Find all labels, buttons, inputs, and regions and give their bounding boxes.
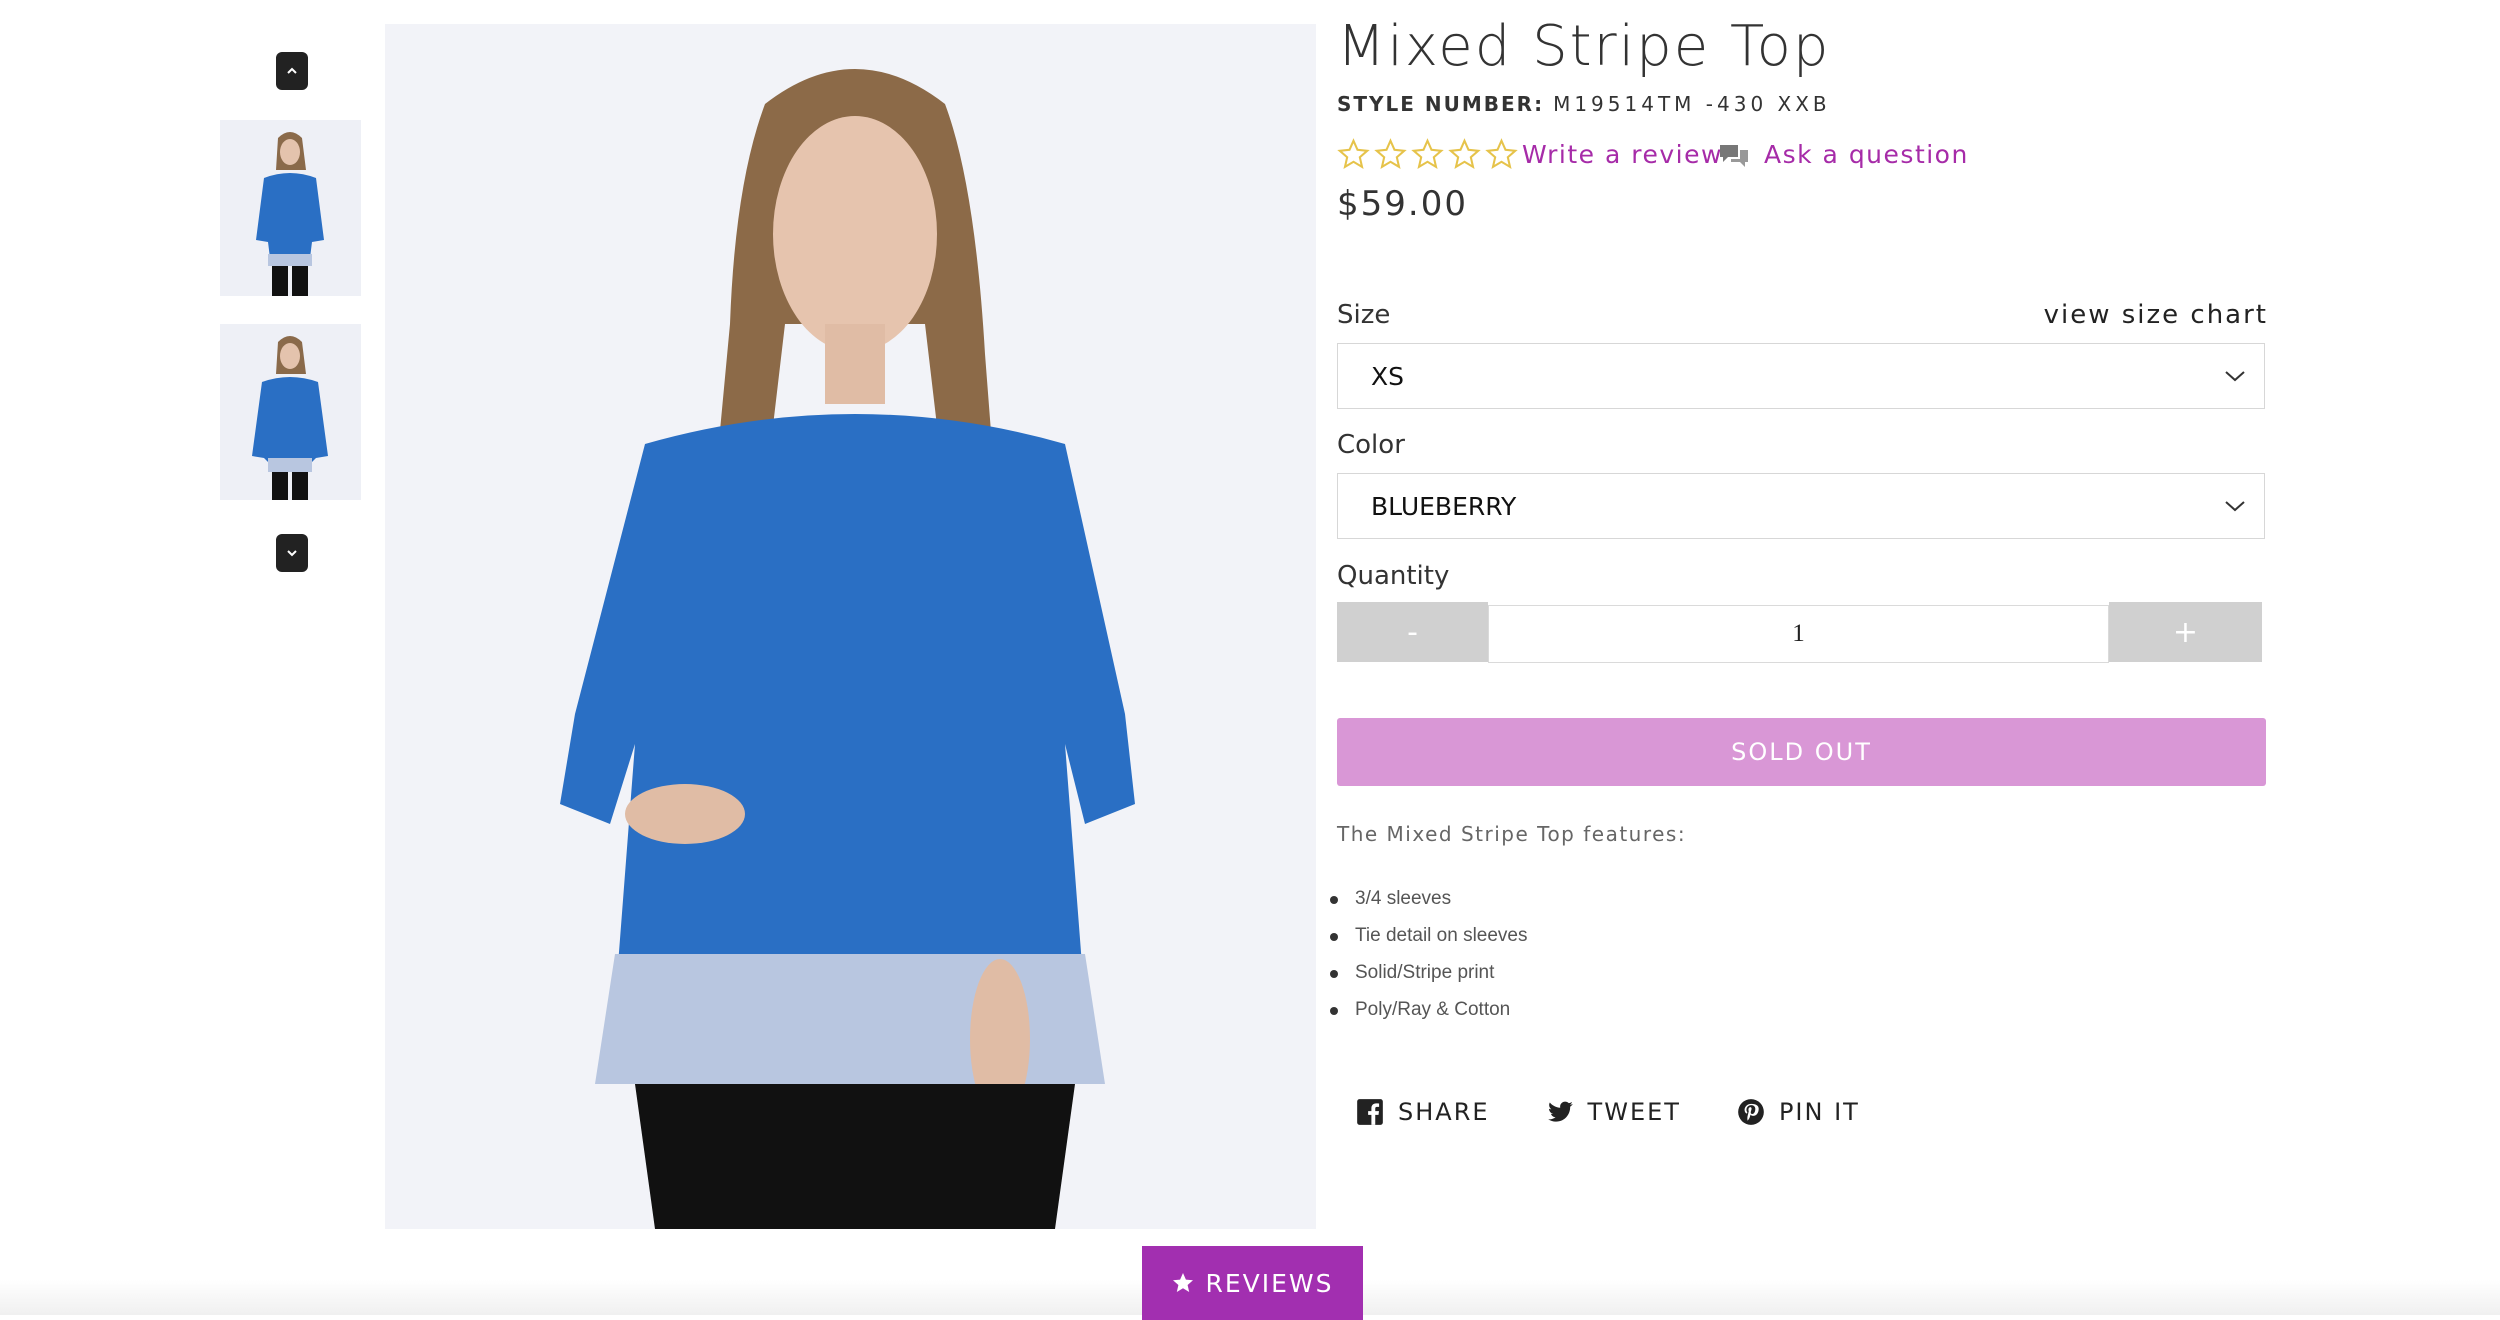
thumbnail-1[interactable]: [220, 120, 361, 296]
model-photo: [385, 24, 1316, 1229]
share-facebook-button[interactable]: SHARE: [1356, 1098, 1490, 1126]
share-facebook-label: SHARE: [1398, 1098, 1490, 1126]
reviews-tab-button[interactable]: REVIEWS: [1142, 1246, 1363, 1320]
share-pinterest-button[interactable]: PIN IT: [1737, 1098, 1860, 1126]
style-number-value: M19514TM -430 XXB: [1553, 92, 1831, 116]
style-number-label: STYLE NUMBER:: [1337, 92, 1545, 116]
star-filled-icon: [1173, 1273, 1194, 1292]
star-empty-icon: [1448, 138, 1481, 169]
product-title: Mixed Stripe Top: [1337, 14, 1831, 79]
star-empty-icon: [1485, 138, 1518, 169]
social-share-row: SHARE TWEET PIN IT: [1356, 1098, 1860, 1126]
quantity-input[interactable]: 1: [1488, 605, 2109, 663]
quantity-decrease-button[interactable]: -: [1337, 602, 1488, 662]
thumbnail-scroll-up-button[interactable]: [276, 52, 308, 90]
thumbnail-2[interactable]: [220, 324, 361, 500]
size-select[interactable]: XS: [1337, 343, 2265, 409]
color-selected-value: BLUEBERRY: [1371, 492, 1517, 521]
star-empty-icon: [1411, 138, 1444, 169]
style-number: STYLE NUMBER: M19514TM -430 XXB: [1337, 92, 1831, 116]
bullet-icon: [1330, 1007, 1338, 1015]
color-select[interactable]: BLUEBERRY: [1337, 473, 2265, 539]
star-empty-icon: [1337, 138, 1370, 169]
main-product-image[interactable]: [385, 24, 1316, 1229]
chevron-down-icon: [2225, 501, 2245, 512]
feature-text: Solid/Stripe print: [1355, 962, 1495, 983]
chevron-down-icon: [287, 550, 297, 557]
list-item: Tie detail on sleeves: [1330, 925, 1528, 962]
sold-out-button[interactable]: SOLD OUT: [1337, 718, 2266, 786]
list-item: Poly/Ray & Cotton: [1330, 999, 1528, 1036]
feature-text: Poly/Ray & Cotton: [1355, 999, 1511, 1020]
twitter-icon: [1547, 1101, 1573, 1122]
chevron-up-icon: [287, 67, 297, 74]
share-twitter-button[interactable]: TWEET: [1546, 1098, 1681, 1126]
color-label: Color: [1337, 430, 1405, 460]
bullet-icon: [1330, 970, 1338, 978]
list-item: Solid/Stripe print: [1330, 962, 1528, 999]
description-intro: The Mixed Stripe Top features:: [1337, 822, 1687, 846]
quantity-increase-button[interactable]: +: [2109, 602, 2262, 662]
product-price: $59.00: [1337, 184, 1468, 224]
list-item: 3/4 sleeves: [1330, 888, 1528, 925]
feature-text: 3/4 sleeves: [1355, 888, 1452, 909]
quantity-label: Quantity: [1337, 561, 1450, 591]
rating-stars[interactable]: [1337, 138, 1518, 171]
feature-text: Tie detail on sleeves: [1355, 925, 1528, 946]
product-thumbnail-image: [220, 324, 361, 500]
chevron-down-icon: [2225, 371, 2245, 382]
size-selected-value: XS: [1371, 362, 1404, 391]
share-twitter-label: TWEET: [1587, 1098, 1681, 1126]
size-label: Size: [1337, 300, 1391, 330]
ask-question-link[interactable]: Ask a question: [1718, 140, 1969, 169]
product-thumbnail-image: [220, 120, 361, 296]
features-list: 3/4 sleeves Tie detail on sleeves Solid/…: [1330, 888, 1528, 1036]
bullet-icon: [1330, 933, 1338, 941]
reviews-tab-label: REVIEWS: [1205, 1268, 1334, 1298]
chat-bubbles-icon: [1720, 144, 1748, 167]
thumbnail-scroll-down-button[interactable]: [276, 534, 308, 572]
pinterest-icon: [1738, 1099, 1764, 1125]
ask-question-label: Ask a question: [1764, 140, 1969, 169]
bullet-icon: [1330, 896, 1338, 904]
facebook-icon: [1357, 1099, 1383, 1125]
star-empty-icon: [1374, 138, 1407, 169]
share-pinterest-label: PIN IT: [1778, 1098, 1860, 1126]
write-review-link[interactable]: Write a review: [1522, 140, 1723, 169]
view-size-chart-link[interactable]: view size chart: [2044, 300, 2268, 330]
